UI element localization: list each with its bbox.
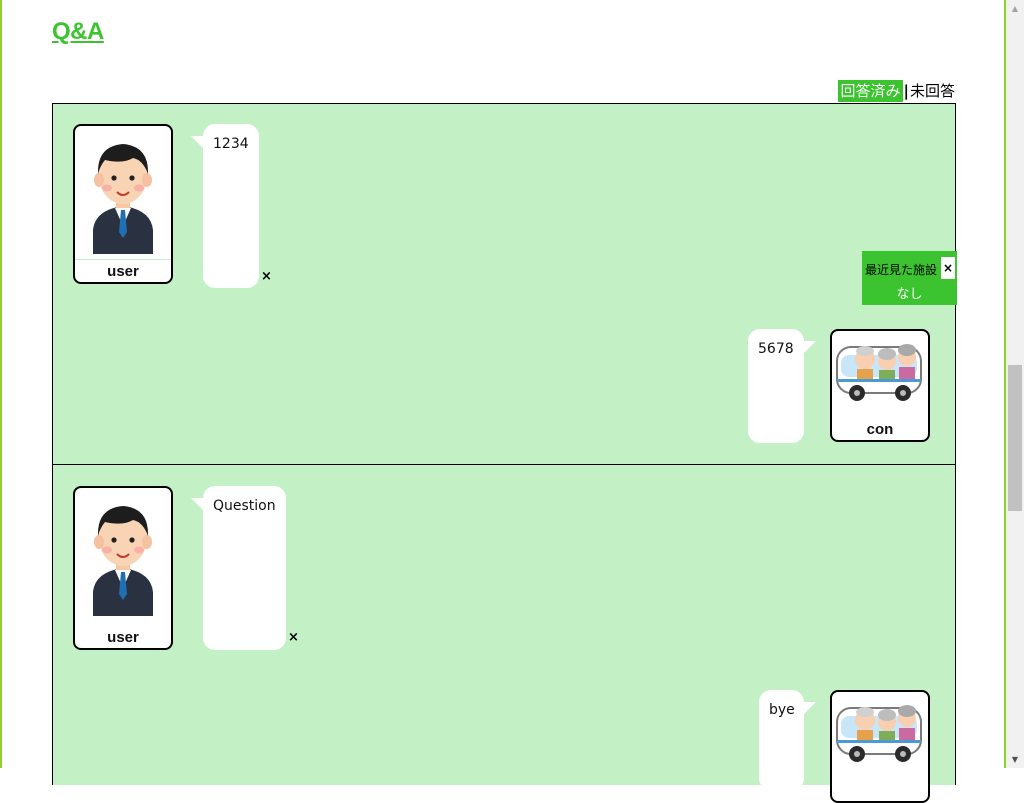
answer-facility-card: [830, 690, 930, 803]
businessman-avatar-icon: [93, 506, 153, 616]
delete-question-button[interactable]: ×: [261, 269, 272, 284]
recent-facilities-title: 最近見た施設: [865, 263, 938, 277]
qa-thread: user Question × bye: [52, 464, 956, 803]
recent-facilities-close-button[interactable]: ×: [941, 257, 955, 279]
filter-answered-tab[interactable]: 回答済み: [838, 80, 903, 102]
answer-bubble: bye: [759, 690, 816, 790]
businessman-avatar-icon: [93, 144, 153, 254]
scrollbar[interactable]: ▲ ▼: [1006, 0, 1024, 768]
answer-bubble: 5678: [748, 329, 816, 443]
answer-facility-card: con: [830, 329, 930, 442]
question-text: 1234: [213, 136, 249, 152]
question-user-name: user: [107, 263, 139, 280]
question-user-name: user: [107, 629, 139, 646]
answer-text: bye: [769, 702, 795, 718]
question-text: Question: [213, 498, 276, 514]
left-border: [0, 0, 2, 768]
question-user-card: user: [73, 124, 173, 284]
recent-facilities-empty: なし: [896, 287, 923, 302]
question-user-card: user: [73, 486, 173, 650]
answer-text: 5678: [758, 341, 794, 357]
answer-facility-name: con: [866, 421, 894, 438]
qa-thread: user 1234 × 5678 con: [52, 103, 956, 466]
question-bubble: 1234: [191, 124, 259, 288]
page-title[interactable]: Q&A: [52, 18, 104, 46]
delete-question-button[interactable]: ×: [288, 630, 299, 645]
filter-unanswered-tab[interactable]: 未回答: [910, 80, 955, 102]
scroll-down-icon[interactable]: ▼: [1006, 751, 1024, 768]
scroll-thumb[interactable]: [1008, 365, 1022, 511]
answer-filter: 回答済み | 未回答: [838, 80, 955, 102]
recent-facilities-panel: 最近見た施設 × なし: [862, 251, 957, 305]
question-bubble: Question: [191, 486, 286, 650]
care-van-icon: [836, 705, 922, 762]
filter-separator: |: [903, 82, 909, 100]
care-van-icon: [836, 344, 922, 401]
scroll-up-icon[interactable]: ▲: [1006, 0, 1024, 17]
